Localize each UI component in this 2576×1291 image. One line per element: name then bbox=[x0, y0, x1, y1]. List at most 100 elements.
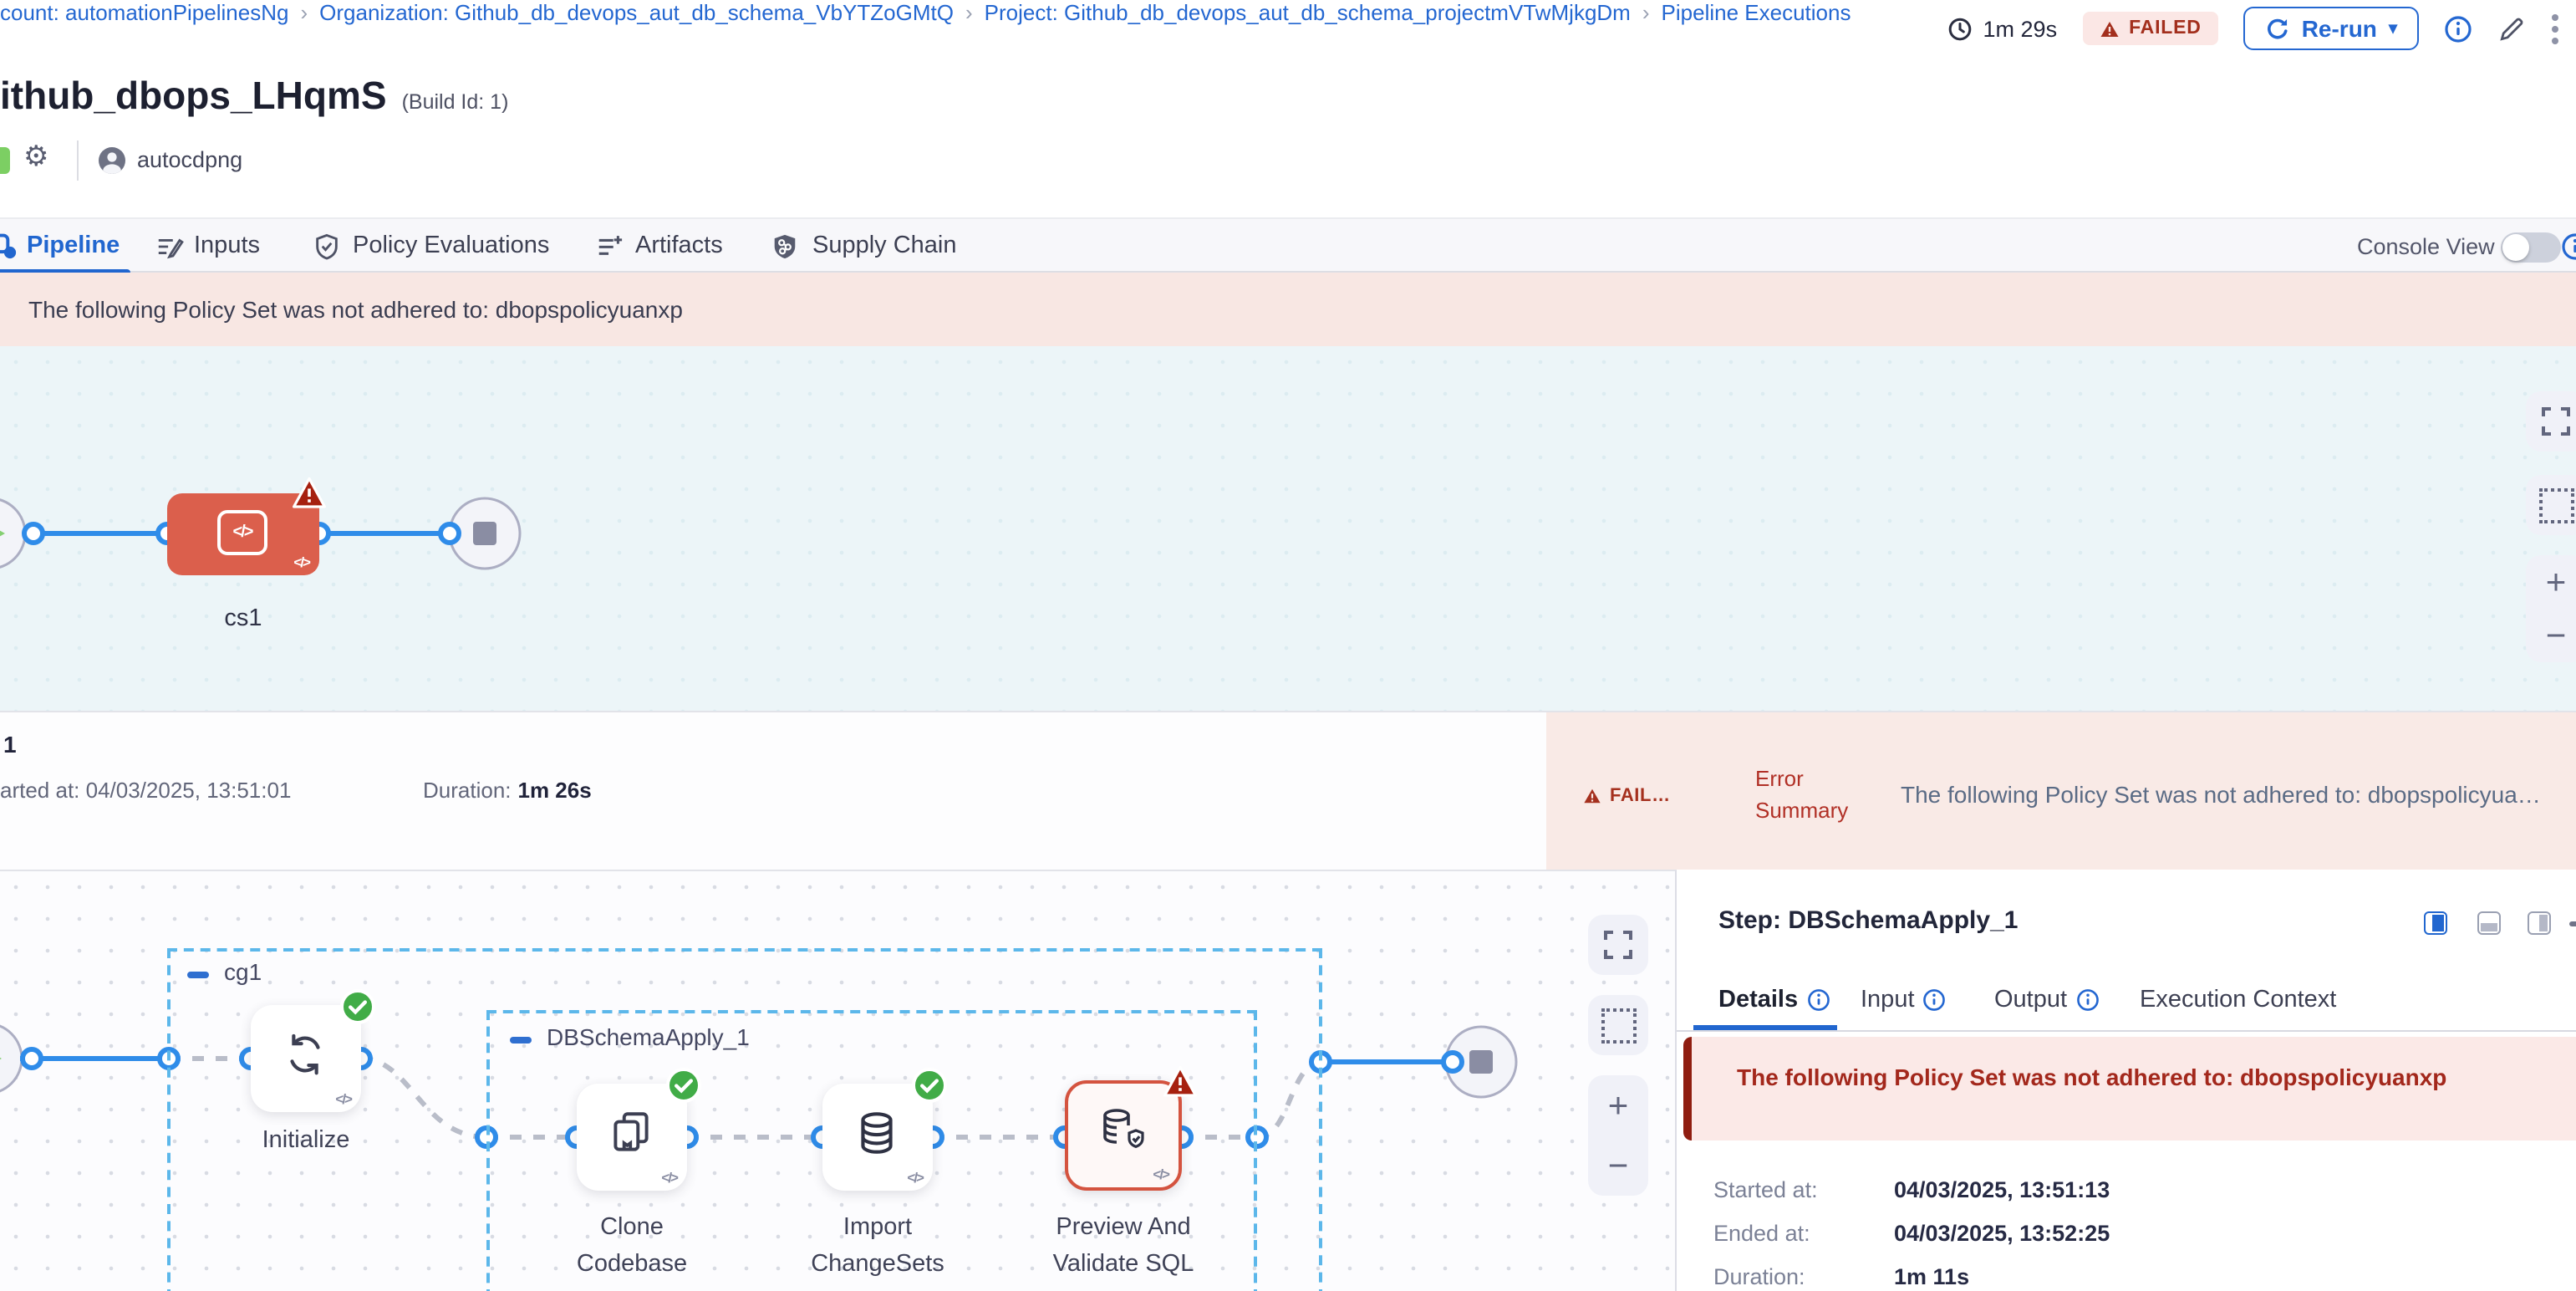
step-details-panel: Step: DBSchemaApply_1 Details Input bbox=[1677, 870, 2576, 1291]
detail-row-started: Started at:04/03/2025, 13:51:13 bbox=[1713, 1177, 2110, 1202]
trigger-user: autocdpng bbox=[137, 147, 242, 172]
top-bar: count: automationPipelinesNg › Organizat… bbox=[0, 0, 2576, 64]
tab-pipeline[interactable]: Pipeline bbox=[27, 232, 120, 259]
build-id: (Build Id: 1) bbox=[402, 90, 509, 114]
step-label-import-changesets: Import ChangeSets bbox=[777, 1209, 978, 1283]
user-avatar-icon bbox=[97, 145, 127, 176]
step-label-clone-codebase: Clone Codebase bbox=[532, 1209, 732, 1283]
info-icon bbox=[1923, 988, 1947, 1012]
fullscreen-icon bbox=[2539, 405, 2573, 438]
layout-right-panel-button[interactable] bbox=[2424, 911, 2447, 935]
breadcrumb-project[interactable]: Project: Github_db_devops_aut_db_schema_… bbox=[985, 0, 1631, 25]
execution-tab-bar: Pipeline Inputs Policy Evaluations Artif… bbox=[0, 217, 2576, 273]
tag-icon bbox=[0, 147, 10, 174]
step-label-preview-validate-sql: Preview And Validate SQL bbox=[1015, 1209, 1232, 1283]
database-icon bbox=[851, 1107, 903, 1159]
code-mini-icon: </> bbox=[293, 554, 309, 570]
step-node-import-changesets[interactable]: </> bbox=[822, 1084, 933, 1191]
zoom-controls: + − bbox=[1588, 1075, 1648, 1196]
fullscreen-button[interactable] bbox=[2526, 391, 2576, 452]
stage-name: 1 bbox=[3, 731, 17, 758]
step-error-box: The following Policy Set was not adhered… bbox=[1683, 1037, 2576, 1140]
info-icon[interactable] bbox=[2444, 14, 2472, 43]
step-execution-canvas[interactable]: cg1 DBSchemaApply_1 </> Initialize bbox=[0, 870, 1677, 1291]
elapsed-time: 1m 29s bbox=[1948, 16, 2058, 41]
failed-badge-icon bbox=[291, 475, 328, 512]
stage-info-row: 1 arted at: 04/03/2025, 13:51:01 Duratio… bbox=[0, 711, 2576, 870]
info-icon bbox=[1806, 988, 1830, 1012]
initialize-sync-icon bbox=[279, 1028, 331, 1080]
pipeline-name: ithub_dbops_LHqmS bbox=[0, 74, 387, 117]
selection-tool-button[interactable] bbox=[2526, 475, 2576, 535]
info-icon[interactable] bbox=[2561, 232, 2576, 261]
elapsed-time-label: 1m 29s bbox=[1983, 16, 2058, 41]
tab-artifacts[interactable]: Artifacts bbox=[635, 232, 723, 259]
chevron-right-icon: › bbox=[965, 0, 973, 25]
detail-row-ended: Ended at:04/03/2025, 13:52:25 bbox=[1713, 1221, 2110, 1246]
warning-triangle-icon bbox=[2099, 19, 2119, 38]
panel-tab-output[interactable]: Output bbox=[1994, 987, 2099, 1013]
inputs-tab-icon bbox=[155, 232, 184, 261]
console-view-toggle[interactable] bbox=[2501, 232, 2561, 263]
panel-tab-details[interactable]: Details bbox=[1718, 987, 1830, 1013]
error-summary-message: The following Policy Set was not adhered… bbox=[1901, 781, 2576, 808]
divider bbox=[1677, 1030, 2576, 1032]
error-summary-label: Error Summary bbox=[1755, 763, 1848, 826]
breadcrumb-pipeline-executions[interactable]: Pipeline Executions bbox=[1662, 0, 1851, 25]
info-icon bbox=[2075, 988, 2099, 1012]
clock-icon bbox=[1948, 16, 1973, 41]
layout-sidebar-button[interactable] bbox=[2528, 911, 2551, 935]
caret-down-icon: ▾ bbox=[2389, 19, 2397, 38]
collapse-group-button[interactable] bbox=[510, 1037, 532, 1043]
console-view-label: Console View bbox=[2357, 234, 2495, 259]
code-mini-icon: </> bbox=[661, 1169, 677, 1186]
kebab-menu-icon[interactable] bbox=[2551, 13, 2559, 44]
rerun-button[interactable]: Re-run ▾ bbox=[2243, 7, 2419, 50]
custom-stage-icon: </> bbox=[217, 510, 267, 555]
chevron-right-icon: › bbox=[1642, 0, 1650, 25]
code-mini-icon: </> bbox=[1153, 1166, 1168, 1182]
refresh-icon bbox=[2265, 16, 2290, 41]
zoom-out-button[interactable]: − bbox=[2546, 618, 2567, 653]
selection-icon bbox=[1601, 1008, 1636, 1043]
rerun-button-label: Re-run bbox=[2302, 15, 2377, 42]
toggle-knob bbox=[2502, 234, 2529, 261]
failed-badge-icon bbox=[1162, 1064, 1199, 1100]
tab-policy-evaluations[interactable]: Policy Evaluations bbox=[353, 232, 549, 259]
warning-triangle-icon bbox=[1583, 788, 1601, 804]
pipeline-stage-canvas[interactable]: </> </> cs1 + − bbox=[0, 346, 2576, 711]
step-node-initialize[interactable]: </> bbox=[251, 1005, 361, 1112]
zoom-in-button[interactable]: + bbox=[2546, 564, 2567, 600]
edit-pencil-icon[interactable] bbox=[2497, 14, 2526, 43]
step-node-clone-codebase[interactable]: </> bbox=[577, 1084, 687, 1191]
stage-label: cs1 bbox=[167, 605, 319, 632]
zoom-out-button[interactable]: − bbox=[1608, 1148, 1629, 1183]
step-error-text: The following Policy Set was not adhered… bbox=[1737, 1064, 2446, 1090]
selection-tool-button[interactable] bbox=[1588, 995, 1648, 1055]
database-validate-icon bbox=[1095, 1104, 1148, 1157]
panel-tab-execution-context[interactable]: Execution Context bbox=[2140, 987, 2336, 1013]
layout-bottom-panel-button[interactable] bbox=[2477, 911, 2501, 935]
fullscreen-icon bbox=[1601, 928, 1635, 962]
step-node-preview-validate-sql[interactable]: </> bbox=[1065, 1080, 1182, 1191]
fullscreen-button[interactable] bbox=[1588, 915, 1648, 975]
collapse-group-button[interactable] bbox=[187, 972, 209, 977]
tab-inputs[interactable]: Inputs bbox=[194, 232, 260, 259]
success-badge-icon bbox=[911, 1067, 948, 1104]
stage-node-cs1[interactable]: </> </> bbox=[167, 493, 319, 575]
policy-evaluations-tab-icon bbox=[313, 232, 341, 261]
pipeline-meta-row: ⚙ autocdpng bbox=[0, 140, 1003, 181]
pipeline-tab-icon bbox=[0, 232, 17, 259]
panel-tab-input[interactable]: Input bbox=[1861, 987, 1947, 1013]
app: count: automationPipelinesNg › Organizat… bbox=[0, 0, 2576, 1291]
gear-icon[interactable]: ⚙ bbox=[23, 140, 49, 174]
zoom-in-button[interactable]: + bbox=[1608, 1088, 1629, 1123]
breadcrumb-organization[interactable]: Organization: Github_db_devops_aut_db_sc… bbox=[319, 0, 954, 25]
success-badge-icon bbox=[339, 988, 376, 1025]
status-badge-label: FAILED bbox=[2129, 18, 2202, 38]
stage-connectors bbox=[0, 346, 2576, 711]
tab-supply-chain[interactable]: Supply Chain bbox=[812, 232, 957, 259]
breadcrumb-account[interactable]: count: automationPipelinesNg bbox=[0, 0, 288, 25]
policy-violation-banner: The following Policy Set was not adhered… bbox=[0, 273, 2576, 346]
minimize-panel-button[interactable] bbox=[2569, 921, 2576, 926]
